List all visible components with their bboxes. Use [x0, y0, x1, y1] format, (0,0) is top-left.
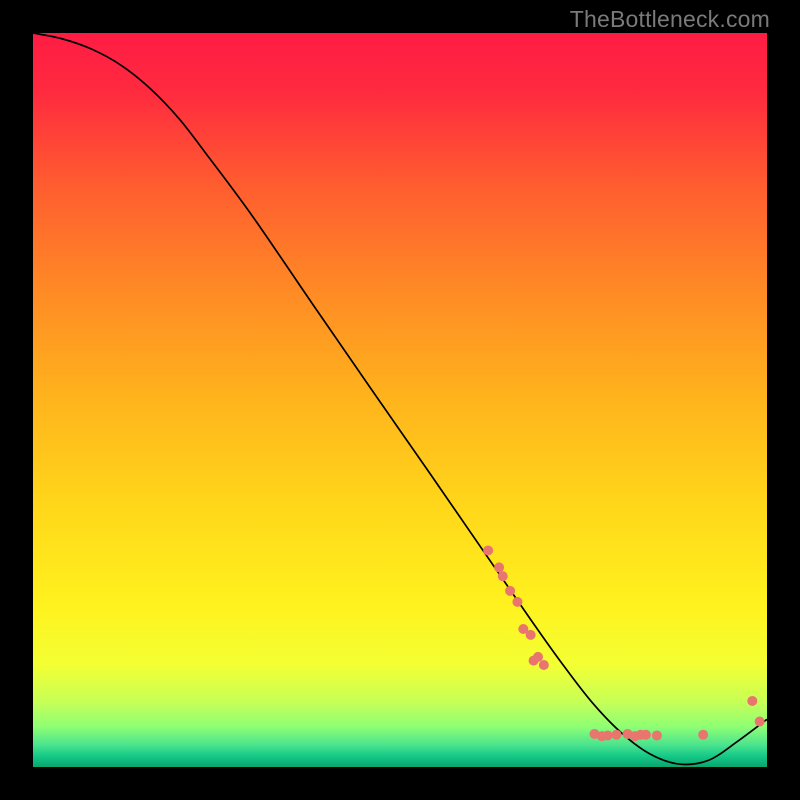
data-point — [612, 730, 622, 740]
data-point — [603, 730, 613, 740]
data-point — [539, 660, 549, 670]
data-point — [755, 716, 765, 726]
bottleneck-chart — [33, 33, 767, 767]
data-point — [698, 730, 708, 740]
watermark-text: TheBottleneck.com — [570, 6, 770, 33]
data-point — [505, 586, 515, 596]
data-point — [533, 652, 543, 662]
data-point — [641, 730, 651, 740]
data-point — [747, 696, 757, 706]
data-point — [494, 562, 504, 572]
data-point — [652, 730, 662, 740]
chart-background — [33, 33, 767, 767]
data-point — [483, 545, 493, 555]
data-point — [512, 597, 522, 607]
data-point — [526, 630, 536, 640]
data-point — [498, 571, 508, 581]
